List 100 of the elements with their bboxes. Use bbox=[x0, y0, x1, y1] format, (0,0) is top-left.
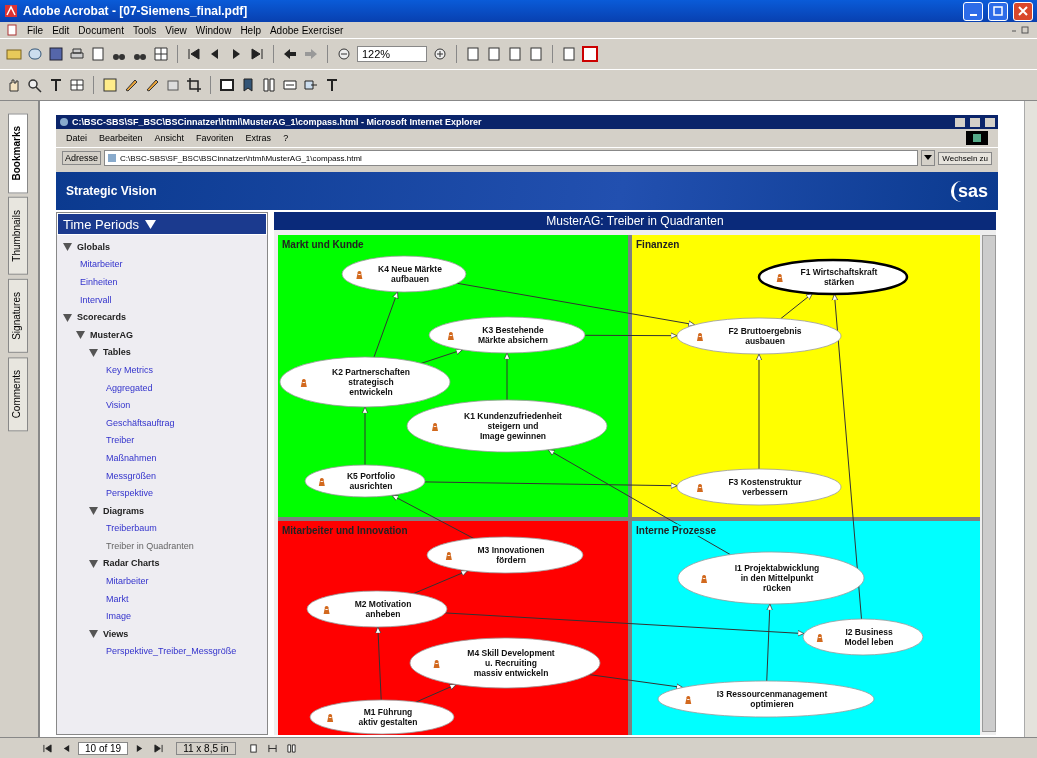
printer-icon[interactable] bbox=[69, 46, 85, 62]
pen-icon[interactable] bbox=[144, 77, 160, 93]
pencil-icon[interactable] bbox=[123, 77, 139, 93]
zoomout-icon[interactable] bbox=[336, 46, 352, 62]
tree-link[interactable]: Messgrößen bbox=[102, 470, 157, 481]
textsel-icon[interactable] bbox=[48, 77, 64, 93]
first-page-icon[interactable] bbox=[43, 743, 52, 753]
menu-item[interactable]: ? bbox=[283, 133, 289, 143]
tree-link[interactable]: Mitarbeiter bbox=[76, 259, 123, 270]
menu-item[interactable]: File bbox=[27, 24, 44, 36]
goal-node[interactable] bbox=[406, 399, 608, 453]
page-icon[interactable] bbox=[486, 46, 502, 62]
tree-folder[interactable]: MusterAG bbox=[90, 329, 133, 340]
menu-item[interactable]: Ansicht bbox=[154, 133, 185, 143]
zoomin-icon[interactable] bbox=[432, 46, 448, 62]
menu-item[interactable]: Help bbox=[240, 24, 261, 36]
page-icon[interactable] bbox=[528, 46, 544, 62]
menu-item[interactable]: Bearbeiten bbox=[99, 133, 143, 143]
page-field[interactable]: 10 of 19 bbox=[78, 741, 129, 755]
address-field[interactable]: C:\BSC-SBS\SF_BSC\BSCinnatzer\html\MusterAG_1\compass.html bbox=[104, 150, 919, 166]
first-icon[interactable] bbox=[186, 46, 202, 62]
single-page-icon[interactable] bbox=[248, 743, 258, 753]
menu-item[interactable]: Tools bbox=[132, 24, 157, 36]
panel-tab[interactable]: Signatures bbox=[8, 279, 28, 353]
previous-page-icon[interactable] bbox=[62, 743, 71, 753]
tree-link[interactable]: Image bbox=[102, 611, 131, 622]
menu-item[interactable]: Adobe Exerciser bbox=[269, 24, 344, 36]
tablesel-icon[interactable] bbox=[69, 77, 85, 93]
magnifier-icon[interactable] bbox=[27, 77, 43, 93]
tree-folder[interactable]: Diagrams bbox=[103, 505, 145, 516]
panel-tab[interactable]: Comments bbox=[8, 357, 28, 432]
tree-folder[interactable]: Scorecards bbox=[77, 312, 127, 323]
go-button[interactable]: Wechseln zu bbox=[938, 151, 992, 165]
menu-item[interactable]: Extras bbox=[245, 133, 272, 143]
goal-node[interactable] bbox=[676, 317, 842, 355]
tree-link[interactable]: Treiber bbox=[102, 435, 135, 446]
tree-link[interactable]: Maßnahmen bbox=[102, 452, 157, 463]
close-button[interactable] bbox=[985, 117, 995, 127]
panel-title[interactable]: Time Periods bbox=[57, 213, 267, 235]
continuous-icon[interactable] bbox=[267, 743, 277, 753]
scrollbar[interactable] bbox=[982, 235, 996, 732]
last-page-icon[interactable] bbox=[154, 743, 164, 753]
next-page-icon[interactable] bbox=[135, 743, 145, 753]
tree-link[interactable]: Einheiten bbox=[76, 277, 118, 287]
scrollbar[interactable] bbox=[1024, 101, 1037, 737]
page-icon[interactable] bbox=[561, 46, 577, 62]
dropdown-button[interactable] bbox=[921, 150, 936, 166]
expand-arrow-icon[interactable] bbox=[63, 312, 72, 322]
menu-item[interactable]: Document bbox=[78, 24, 124, 36]
goal-node[interactable] bbox=[757, 258, 909, 296]
goal-node[interactable] bbox=[341, 255, 467, 293]
expand-arrow-icon[interactable] bbox=[76, 330, 85, 340]
goal-node[interactable] bbox=[677, 551, 865, 605]
menu-item[interactable]: Favoriten bbox=[196, 133, 234, 143]
tree-folder[interactable]: Views bbox=[103, 628, 129, 639]
expand-arrow-icon[interactable] bbox=[89, 347, 98, 357]
minimize-button[interactable] bbox=[963, 1, 983, 21]
grid-icon[interactable] bbox=[153, 46, 169, 62]
hand-icon[interactable] bbox=[6, 77, 22, 93]
menu-item[interactable]: Datei bbox=[66, 133, 87, 143]
minimize-button[interactable] bbox=[955, 117, 965, 127]
tree-folder[interactable]: Tables bbox=[103, 347, 131, 358]
tree-link[interactable]: Markt bbox=[102, 593, 129, 604]
tree-folder[interactable]: Radar Charts bbox=[103, 558, 160, 569]
goal-node[interactable] bbox=[279, 356, 451, 408]
page-icon[interactable] bbox=[507, 46, 523, 62]
expand-arrow-icon[interactable] bbox=[63, 242, 72, 252]
maximize-button[interactable] bbox=[970, 117, 980, 127]
goal-node[interactable] bbox=[304, 464, 426, 498]
goal-node[interactable] bbox=[306, 590, 448, 628]
goal-node[interactable] bbox=[426, 536, 584, 574]
tree-link[interactable]: Intervall bbox=[76, 294, 112, 305]
menu-item[interactable]: Window bbox=[195, 24, 232, 36]
goal-node[interactable] bbox=[657, 680, 875, 718]
maximize-button[interactable] bbox=[988, 1, 1008, 21]
tree-link[interactable]: Perspektive bbox=[102, 488, 154, 499]
tree-link[interactable]: Aggregated bbox=[102, 382, 153, 393]
expand-arrow-icon[interactable] bbox=[89, 506, 98, 516]
tree-folder[interactable]: Globals bbox=[77, 241, 110, 252]
panel-tab[interactable]: Thumbnails bbox=[8, 197, 28, 276]
page-icon[interactable] bbox=[465, 46, 481, 62]
back-icon[interactable] bbox=[282, 46, 298, 62]
goal-node[interactable] bbox=[409, 637, 601, 689]
tree-link[interactable]: Vision bbox=[102, 400, 131, 411]
menu-item[interactable]: Edit bbox=[52, 24, 70, 36]
tree-link[interactable]: Key Metrics bbox=[102, 364, 153, 375]
expand-arrow-icon[interactable] bbox=[89, 629, 98, 639]
tree-link[interactable]: Treiber in Quadranten bbox=[102, 540, 194, 551]
goal-node[interactable] bbox=[428, 316, 586, 354]
panel-tab[interactable]: Bookmarks bbox=[8, 113, 28, 194]
zoom-field[interactable]: 122% bbox=[357, 46, 427, 62]
goal-node[interactable] bbox=[309, 699, 455, 735]
text-icon[interactable] bbox=[324, 77, 340, 93]
tree-link[interactable]: Treiberbaum bbox=[102, 523, 157, 534]
close-button[interactable] bbox=[1013, 1, 1033, 21]
tree-link[interactable]: Perspektive_Treiber_Messgröße bbox=[102, 646, 237, 657]
goal-node[interactable] bbox=[676, 468, 842, 506]
note-icon[interactable] bbox=[102, 77, 118, 93]
dropdown-icon[interactable] bbox=[145, 219, 157, 229]
facing-pages-icon[interactable] bbox=[286, 743, 296, 753]
